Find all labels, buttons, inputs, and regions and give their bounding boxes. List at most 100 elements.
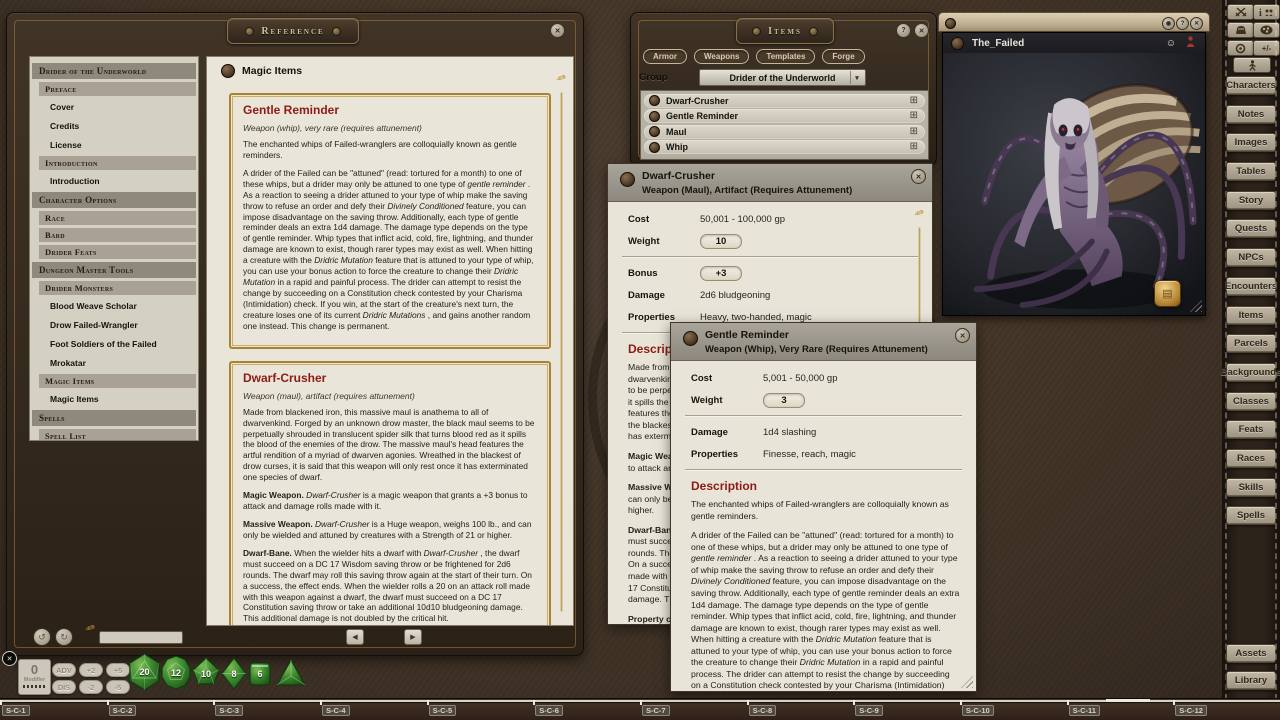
scrollbar-rail[interactable] xyxy=(561,93,562,611)
toc-entry[interactable]: Drow Failed-Wrangler xyxy=(30,317,198,333)
toc-entry[interactable]: Spell List xyxy=(39,429,196,441)
sidebar-button[interactable]: Feats xyxy=(1226,420,1276,439)
die-d20[interactable]: 20 xyxy=(128,653,161,691)
plus-minus-icon[interactable]: +/- xyxy=(1253,40,1280,56)
target-icon[interactable]: ◉ xyxy=(1162,17,1175,30)
items-tab[interactable]: Weapons xyxy=(694,49,749,64)
sidebar-button[interactable]: Spells xyxy=(1226,506,1276,525)
toc-entry[interactable]: Drider Feats xyxy=(39,245,196,259)
modifier-button[interactable]: DIS xyxy=(52,680,76,694)
hotbar-slot[interactable]: S-C-8 xyxy=(747,699,854,720)
record-link-icon[interactable] xyxy=(951,37,964,50)
portrait-window-titlebar[interactable]: ◉ ? ✕ xyxy=(938,12,1210,32)
hotbar-slot[interactable]: S-C-11 xyxy=(1067,699,1174,720)
record-link-icon[interactable] xyxy=(221,64,235,78)
record-link-icon[interactable] xyxy=(945,18,956,29)
record-link-icon[interactable] xyxy=(649,142,660,153)
sidebar-button[interactable]: Encounters xyxy=(1226,277,1276,296)
item-row[interactable]: Dwarf-Crusher ⊞ xyxy=(644,94,925,108)
sidebar-button-assets[interactable]: Assets xyxy=(1226,644,1276,663)
sidebar-button[interactable]: Tables xyxy=(1226,162,1276,181)
modifier-button[interactable]: +5 xyxy=(106,663,130,677)
toc-entry[interactable]: Preface xyxy=(39,82,196,96)
record-link-icon[interactable] xyxy=(683,331,698,346)
party-info-icon[interactable]: i xyxy=(1253,4,1280,20)
toc-entry[interactable]: Cover xyxy=(30,99,198,115)
item-row[interactable]: Gentle Reminder ⊞ xyxy=(644,109,925,123)
options-icon[interactable] xyxy=(1227,40,1254,56)
item-window-icon[interactable]: ⊞ xyxy=(910,96,918,106)
hotbar-slot[interactable]: S-C-2 xyxy=(107,699,214,720)
bag-icon[interactable] xyxy=(1227,22,1254,38)
toc-entry[interactable]: Bard xyxy=(39,228,196,242)
sidebar-button[interactable]: Backgrounds xyxy=(1226,363,1276,382)
sidebar-button[interactable]: Races xyxy=(1226,449,1276,468)
window-titlebar[interactable]: Gentle Reminder Weapon (Whip), Very Rare… xyxy=(671,323,976,361)
close-icon[interactable]: ✕ xyxy=(550,23,565,38)
die-d10[interactable]: 10 xyxy=(192,657,220,690)
image-layers-button[interactable]: ▤ xyxy=(1154,280,1181,307)
dice-tower-icon[interactable] xyxy=(1227,4,1254,20)
hotbar-slot[interactable]: S-C-5 xyxy=(427,699,534,720)
toc-entry[interactable]: Spells xyxy=(32,410,196,426)
record-link-icon[interactable] xyxy=(649,126,660,137)
die-d8[interactable]: 8 xyxy=(221,657,247,690)
help-icon[interactable]: ? xyxy=(896,23,911,38)
toc-entry[interactable]: Dungeon Master Tools xyxy=(32,262,196,278)
pointer-icon[interactable] xyxy=(1233,57,1271,73)
item-window-icon[interactable]: ⊞ xyxy=(910,127,918,137)
toc-entry[interactable]: Blood Weave Scholar xyxy=(30,298,198,314)
close-icon[interactable]: ✕ xyxy=(955,328,970,343)
items-tab[interactable]: Templates xyxy=(756,49,815,64)
weight-field[interactable]: 10 xyxy=(700,234,742,249)
page-slider[interactable] xyxy=(99,631,183,644)
record-link-icon[interactable] xyxy=(649,95,660,106)
token-figure-icon[interactable] xyxy=(1186,36,1195,50)
toc-entry[interactable]: Character Options xyxy=(32,192,196,208)
item-row[interactable]: Whip ⊞ xyxy=(644,140,925,154)
hotbar-slot[interactable]: S-C-10 xyxy=(960,699,1067,720)
sidebar-button[interactable]: NPCs xyxy=(1226,248,1276,267)
sidebar-button[interactable]: Parcels xyxy=(1226,334,1276,353)
hotbar-slot[interactable]: S-C-6 xyxy=(533,699,640,720)
toc-entry[interactable]: Introduction xyxy=(30,173,198,189)
modifier-button[interactable]: -2 xyxy=(79,680,103,694)
weight-field[interactable]: 3 xyxy=(763,393,805,408)
close-icon[interactable]: ✕ xyxy=(1190,17,1203,30)
record-link-icon[interactable] xyxy=(620,172,635,187)
toc-entry[interactable]: Magic Items xyxy=(30,391,198,407)
record-link-icon[interactable] xyxy=(649,111,660,122)
sidebar-button[interactable]: Characters xyxy=(1226,76,1276,95)
sidebar-button[interactable]: Images xyxy=(1226,133,1276,152)
tokens-icon[interactable] xyxy=(1253,22,1280,38)
die-d4[interactable] xyxy=(275,658,307,688)
sidebar-button[interactable]: Classes xyxy=(1226,392,1276,411)
chevron-down-icon[interactable]: ▾ xyxy=(850,71,863,84)
toc-entry[interactable]: Drider Monsters xyxy=(39,281,196,295)
items-tab[interactable]: Armor xyxy=(643,49,687,64)
hotbar-slot[interactable]: S-C-4 xyxy=(320,699,427,720)
toc-entry[interactable]: Introduction xyxy=(39,156,196,170)
help-icon[interactable]: ? xyxy=(1176,17,1189,30)
toc-entry[interactable]: Mrokatar xyxy=(30,355,198,371)
toc-entry[interactable]: Foot Soldiers of the Failed xyxy=(30,336,198,352)
window-titlebar[interactable]: Dwarf-Crusher Weapon (Maul), Artifact (R… xyxy=(608,164,932,202)
toc-entry[interactable]: Race xyxy=(39,211,196,225)
items-tab[interactable]: Forge xyxy=(822,49,864,64)
hotbar-slot[interactable]: S-C-3 xyxy=(213,699,320,720)
sidebar-button[interactable]: Quests xyxy=(1226,219,1276,238)
sidebar-button[interactable]: Items xyxy=(1226,306,1276,325)
item-window-icon[interactable]: ⊞ xyxy=(910,111,918,121)
modifier-button[interactable]: ADV xyxy=(52,663,76,677)
hotbar-slot[interactable]: S-C-7 xyxy=(640,699,747,720)
item-row[interactable]: Maul ⊞ xyxy=(644,125,925,139)
clear-modifier-icon[interactable]: ✕ xyxy=(2,651,17,666)
die-d6[interactable]: 6 xyxy=(248,660,272,688)
sidebar-button[interactable]: Story xyxy=(1226,191,1276,210)
modifier-box[interactable]: 0 Modifier xyxy=(18,659,51,695)
history-forward-button[interactable]: ↻ xyxy=(55,628,73,646)
sidebar-button[interactable]: Notes xyxy=(1226,105,1276,124)
reference-window-title-plaque[interactable]: Reference xyxy=(227,18,359,44)
close-icon[interactable]: ✕ xyxy=(914,23,929,38)
prev-page-button[interactable]: ◀ xyxy=(346,629,364,645)
